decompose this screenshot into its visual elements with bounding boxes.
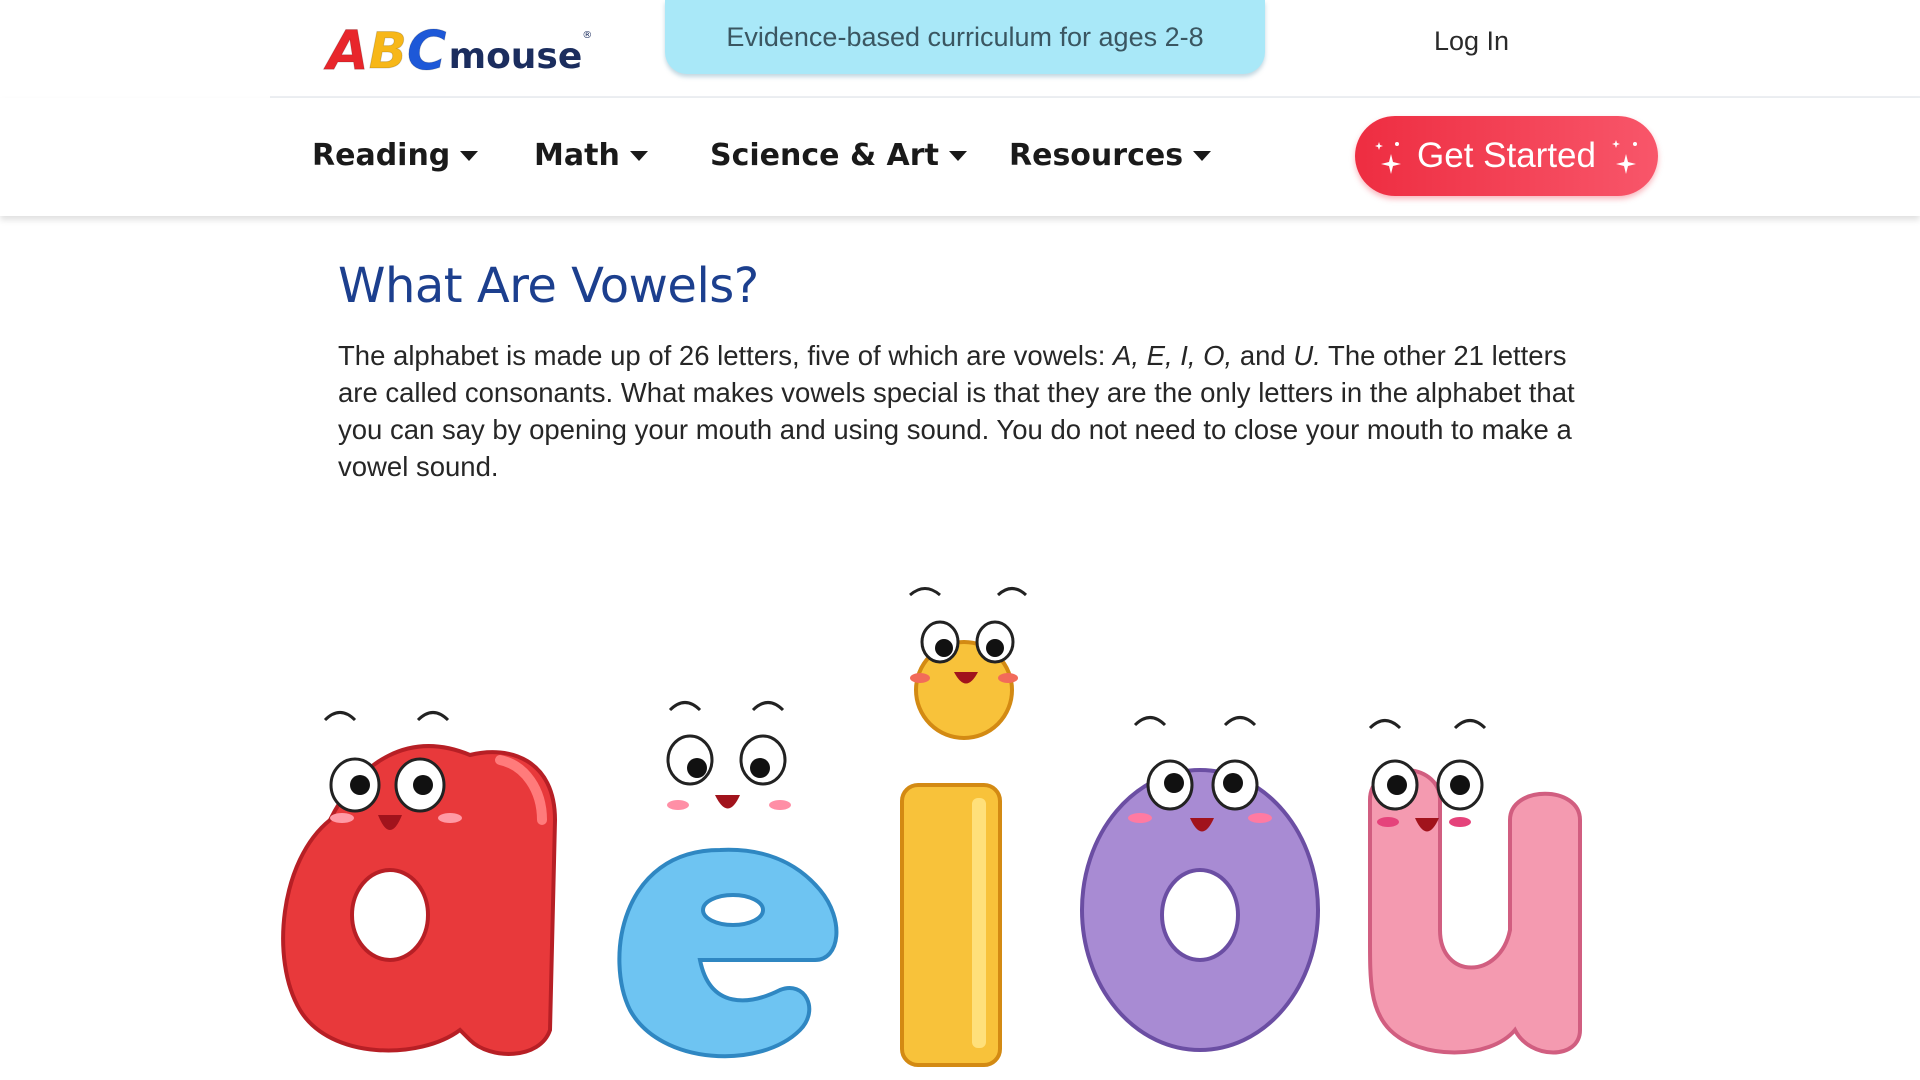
vowel-i-character: [900, 587, 1028, 1067]
caret-down-icon: [948, 150, 967, 161]
logo-letter-b: B: [368, 22, 407, 80]
main-nav: Reading Math Science & Art Resources Get…: [0, 98, 1920, 216]
paragraph-vowels: A, E, I, O,: [1113, 340, 1233, 371]
tagline-text: Evidence-based curriculum for ages 2-8: [726, 21, 1204, 52]
get-started-label: Get Started: [1417, 136, 1596, 175]
vowel-a-character: [281, 711, 558, 1056]
paragraph-last-vowel: U.: [1293, 340, 1321, 371]
vowel-e-character: [617, 701, 839, 1059]
caret-down-icon: [629, 150, 648, 161]
paragraph-and: and: [1232, 340, 1294, 371]
nav-item-label: Resources: [1009, 138, 1184, 173]
sparkle-icon: [1610, 136, 1640, 176]
logo-letter-c: C: [406, 19, 447, 82]
nav-item-math[interactable]: Math: [534, 138, 648, 173]
logo-letter-a: A: [327, 19, 370, 82]
vowels-illustration: [281, 587, 1582, 1067]
vowel-o-character: [1080, 716, 1320, 1052]
login-link[interactable]: Log In: [1434, 26, 1509, 57]
abcmouse-logo[interactable]: A B C mouse ®: [327, 18, 593, 82]
nav-item-label: Science & Art: [710, 138, 939, 173]
sparkle-icon: [1373, 136, 1403, 176]
get-started-button[interactable]: Get Started: [1355, 116, 1658, 196]
nav-item-reading[interactable]: Reading: [312, 138, 479, 173]
vowel-u-character: [1368, 719, 1582, 1055]
tagline-banner: Evidence-based curriculum for ages 2-8: [665, 0, 1265, 74]
logo-word: mouse: [448, 36, 583, 77]
article-title: What Are Vowels?: [338, 258, 759, 314]
caret-down-icon: [1193, 150, 1212, 161]
nav-item-label: Math: [534, 138, 620, 173]
caret-down-icon: [460, 150, 479, 161]
article-paragraph: The alphabet is made up of 26 letters, f…: [338, 337, 1588, 485]
nav-item-resources[interactable]: Resources: [1009, 138, 1212, 173]
top-bar: A B C mouse ® Evidence-based curriculum …: [0, 0, 1920, 96]
nav-item-label: Reading: [312, 138, 451, 173]
nav-item-science-art[interactable]: Science & Art: [710, 138, 967, 173]
logo-registered-mark: ®: [582, 30, 593, 41]
paragraph-intro: The alphabet is made up of 26 letters, f…: [338, 340, 1113, 371]
